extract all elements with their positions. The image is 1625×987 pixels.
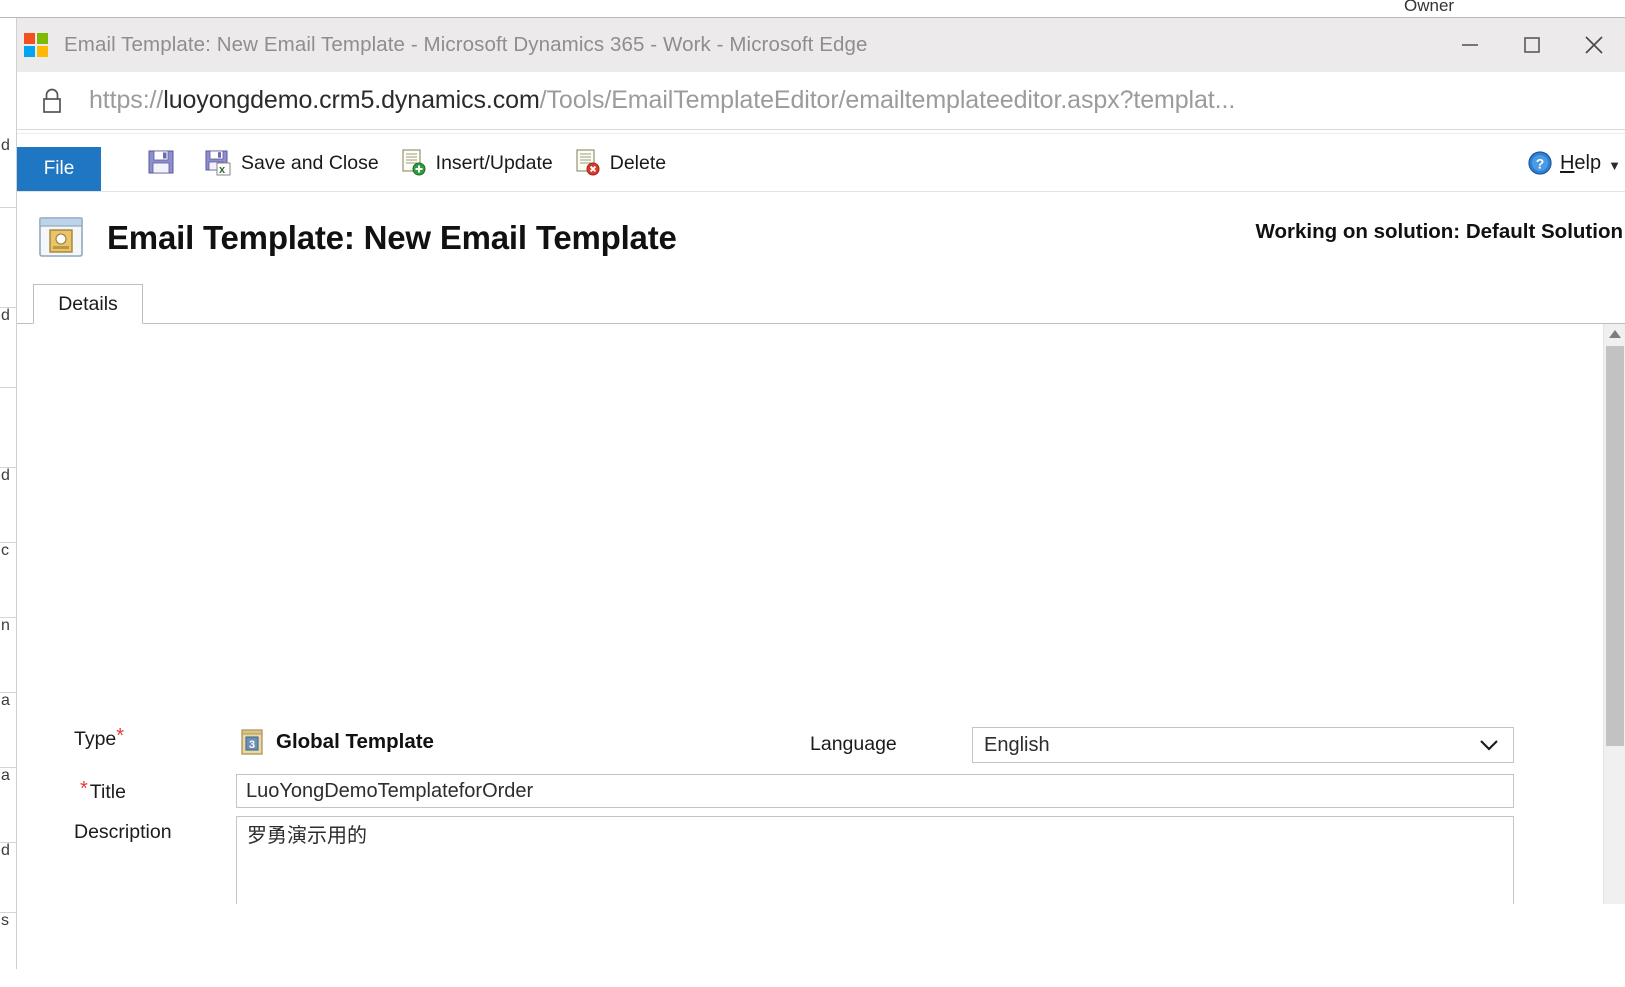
description-textarea[interactable]: 罗勇演示用的 <box>236 816 1514 904</box>
lock-icon <box>39 86 65 116</box>
type-value-text: Global Template <box>276 730 434 753</box>
svg-text:x: x <box>219 164 226 176</box>
title-input[interactable] <box>236 774 1514 808</box>
background-row: d <box>0 468 16 543</box>
save-button[interactable] <box>137 133 194 191</box>
save-icon <box>147 148 175 176</box>
insert-update-icon <box>399 148 427 176</box>
title-label: * Title <box>80 778 126 803</box>
email-template-icon <box>35 212 87 264</box>
file-tab[interactable]: File <box>17 147 101 191</box>
maximize-button[interactable] <box>1501 18 1563 72</box>
save-and-close-icon: x <box>204 148 232 176</box>
url-path: /Tools/EmailTemplateEditor/emailtemplate… <box>539 86 1236 114</box>
save-and-close-label: Save and Close <box>241 151 379 174</box>
address-bar[interactable]: https://luoyongdemo.crm5.dynamics.com/To… <box>17 72 1625 130</box>
insert-update-label: Insert/Update <box>435 151 553 174</box>
language-select[interactable]: English <box>972 727 1514 763</box>
browser-titlebar: Email Template: New Email Template - Mic… <box>17 18 1625 72</box>
type-label: Type* <box>74 725 125 750</box>
background-row: s <box>1 913 9 929</box>
solution-note: Working on solution: Default Solution <box>1255 220 1623 243</box>
help-button[interactable]: ? Help ▼ <box>1527 134 1621 192</box>
background-row: d <box>0 138 16 208</box>
background-row <box>0 388 16 468</box>
tab-details[interactable]: Details <box>33 284 143 324</box>
window-title: Email Template: New Email Template - Mic… <box>64 33 868 56</box>
chevron-down-icon: ▼ <box>1608 157 1621 173</box>
background-row: a <box>0 768 16 843</box>
ribbon-commands: x Save and Close Insert/Update Delete <box>101 133 676 191</box>
microsoft-logo-icon <box>24 33 48 57</box>
description-label: Description <box>74 821 172 843</box>
background-row: d <box>0 308 16 388</box>
delete-icon <box>573 148 601 176</box>
title-required-asterisk: * <box>80 778 88 800</box>
url-domain: luoyongdemo.crm5.dynamics.com <box>163 86 540 114</box>
insert-update-button[interactable]: Insert/Update <box>389 133 563 191</box>
browser-window: Email Template: New Email Template - Mic… <box>16 18 1625 969</box>
window-controls <box>1439 18 1625 72</box>
help-label-rest: elp <box>1574 151 1602 174</box>
background-owner-label: Owner <box>1404 0 1455 15</box>
form-scrollbar[interactable] <box>1603 324 1625 904</box>
crm-ribbon: File x Save and Close Insert/Update Dele… <box>17 134 1625 192</box>
background-row: a <box>0 693 16 768</box>
background-row <box>0 208 16 308</box>
delete-button[interactable]: Delete <box>563 133 676 191</box>
background-row: n <box>0 618 16 693</box>
delete-label: Delete <box>609 151 667 174</box>
type-value: 3 Global Template <box>239 728 434 756</box>
close-button[interactable] <box>1563 18 1625 72</box>
svg-text:3: 3 <box>249 739 255 751</box>
page-title: Email Template: New Email Template <box>107 219 677 256</box>
form-area: Type* 3 Global Template Language English <box>17 324 1625 904</box>
tab-strip: Details <box>17 284 1625 324</box>
background-row: d <box>0 843 16 913</box>
help-icon: ? <box>1527 150 1553 176</box>
url-text: https://luoyongdemo.crm5.dynamics.com/To… <box>89 86 1235 115</box>
help-label: Help <box>1559 151 1602 174</box>
description-value: 罗勇演示用的 <box>247 825 367 847</box>
type-required-asterisk: * <box>116 725 125 747</box>
url-prefix: https:// <box>89 86 164 114</box>
page-header: Email Template: New Email Template Worki… <box>17 192 1625 284</box>
scroll-up-button[interactable] <box>1604 324 1625 344</box>
background-row: c <box>0 543 16 618</box>
chevron-down-icon <box>1477 736 1501 760</box>
svg-text:?: ? <box>1536 156 1545 172</box>
background-window-left-column: d d d c n a a d s <box>0 18 16 969</box>
minimize-button[interactable] <box>1439 18 1501 72</box>
language-label: Language <box>810 733 897 755</box>
language-selected-value: English <box>984 733 1050 756</box>
background-window-top-strip <box>0 0 1625 18</box>
scrollbar-thumb[interactable] <box>1606 346 1624 746</box>
global-template-icon: 3 <box>239 728 265 756</box>
save-and-close-button[interactable]: x Save and Close <box>194 133 389 191</box>
